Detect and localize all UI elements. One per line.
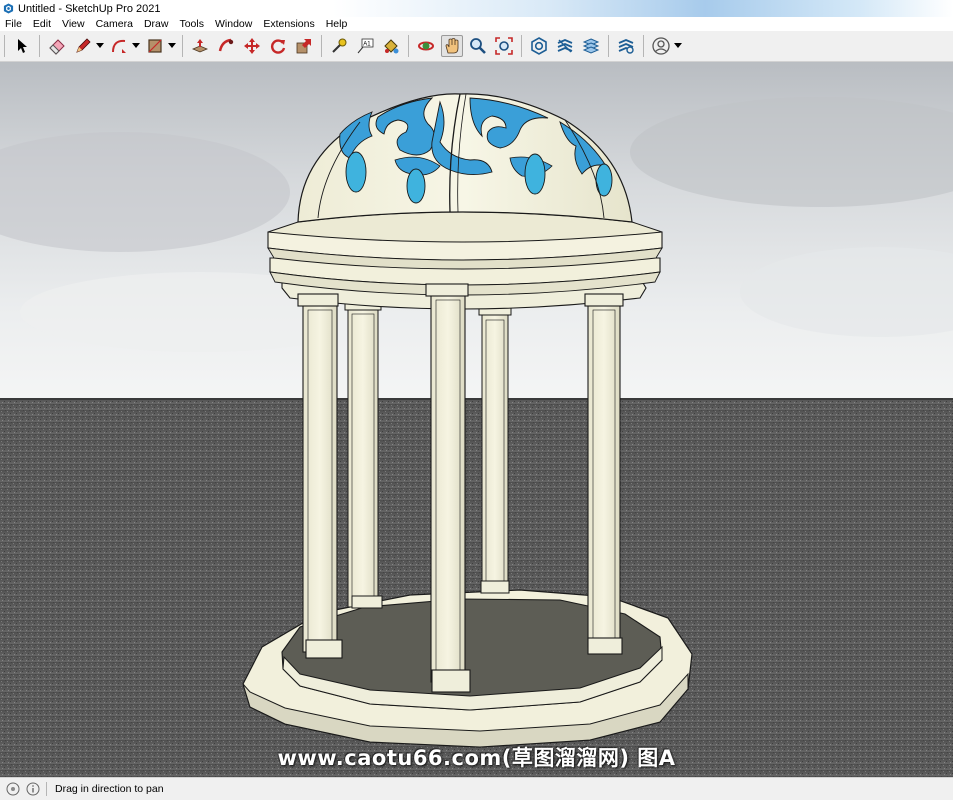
title-bar-backdrop	[333, 0, 953, 17]
orbit-icon	[418, 41, 434, 51]
toolbar-separator	[608, 35, 609, 57]
toolbar-grip	[4, 35, 5, 57]
extension-warehouse-icon	[557, 39, 573, 53]
dome-window	[595, 163, 613, 197]
menu-window[interactable]: Window	[215, 18, 252, 30]
chevron-down-icon	[96, 43, 104, 48]
shapes-button[interactable]	[144, 35, 166, 57]
menu-draw[interactable]: Draw	[144, 18, 169, 30]
orbit-button[interactable]	[415, 35, 437, 57]
menu-file[interactable]: File	[5, 18, 22, 30]
tape-measure-icon	[332, 38, 347, 53]
status-message: Drag in direction to pan	[55, 783, 164, 795]
toolbar-separator	[321, 35, 322, 57]
zoom-extents-button[interactable]	[493, 35, 515, 57]
geo-location-icon[interactable]	[6, 782, 20, 796]
line-button[interactable]	[72, 35, 94, 57]
extension-warehouse-button[interactable]	[554, 35, 576, 57]
sketchup-app-icon	[3, 3, 14, 14]
move-icon	[244, 38, 260, 54]
window-title: Untitled - SketchUp Pro 2021	[18, 2, 161, 15]
warehouse-icon	[531, 37, 547, 55]
column-front-left	[297, 293, 343, 659]
info-icon[interactable]	[26, 782, 40, 796]
menu-camera[interactable]: Camera	[96, 18, 133, 30]
extension-manager-button[interactable]	[615, 35, 637, 57]
push-pull-icon	[191, 39, 209, 53]
toolbar-separator	[39, 35, 40, 57]
scale-icon	[296, 39, 311, 54]
paint-bucket-icon	[384, 39, 399, 54]
column-back-right	[478, 304, 512, 594]
chevron-down-icon	[168, 43, 176, 48]
model-viewport[interactable]	[0, 62, 953, 777]
zoom-icon	[470, 38, 486, 54]
dome-window	[406, 168, 426, 204]
account-icon	[652, 37, 670, 55]
toolbar-separator	[643, 35, 644, 57]
pan-button[interactable]	[441, 35, 463, 57]
chevron-down-icon	[132, 43, 140, 48]
toolbar-separator	[182, 35, 183, 57]
extension-manager-icon	[618, 39, 634, 54]
text-button[interactable]: A1	[354, 35, 376, 57]
column-front-center	[425, 283, 471, 693]
menu-extensions[interactable]: Extensions	[263, 18, 314, 30]
push-pull-button[interactable]	[189, 35, 211, 57]
paint-bucket-button[interactable]	[380, 35, 402, 57]
column-front-right	[584, 293, 624, 655]
layout-button[interactable]	[580, 35, 602, 57]
menu-bar: File Edit View Camera Draw Tools Window …	[0, 17, 953, 31]
toolbar-separator	[521, 35, 522, 57]
menu-view[interactable]: View	[62, 18, 85, 30]
rectangle-icon	[148, 39, 162, 53]
layout-icon	[582, 38, 600, 54]
menu-help[interactable]: Help	[326, 18, 348, 30]
account-dropdown[interactable]	[674, 35, 682, 57]
menu-tools[interactable]: Tools	[179, 18, 204, 30]
toolbar-separator	[408, 35, 409, 57]
rotate-button[interactable]	[267, 35, 289, 57]
pencil-icon	[76, 38, 91, 53]
tape-measure-button[interactable]	[328, 35, 350, 57]
select-button[interactable]	[11, 35, 33, 57]
arc-dropdown[interactable]	[132, 35, 140, 57]
eraser-icon	[49, 39, 65, 55]
line-dropdown[interactable]	[96, 35, 104, 57]
follow-me-icon	[218, 38, 234, 52]
column-back-left	[344, 299, 383, 609]
text-icon: A1	[357, 38, 374, 54]
eraser-button[interactable]	[46, 35, 68, 57]
menu-edit[interactable]: Edit	[33, 18, 51, 30]
status-bar: Drag in direction to pan	[0, 777, 953, 800]
pan-icon	[445, 38, 459, 54]
rotate-icon	[271, 39, 286, 54]
arc-icon	[112, 39, 126, 53]
move-button[interactable]	[241, 35, 263, 57]
account-button[interactable]	[650, 35, 672, 57]
main-toolbar: A1	[0, 31, 953, 62]
arc-button[interactable]	[108, 35, 130, 57]
zoom-extents-icon	[495, 37, 513, 55]
dome-window	[345, 151, 367, 193]
scene-render[interactable]	[0, 62, 953, 777]
zoom-button[interactable]	[467, 35, 489, 57]
title-bar: Untitled - SketchUp Pro 2021	[0, 0, 953, 17]
chevron-down-icon	[674, 43, 682, 48]
follow-me-button[interactable]	[215, 35, 237, 57]
scale-button[interactable]	[293, 35, 315, 57]
select-icon	[18, 39, 27, 53]
shapes-dropdown[interactable]	[168, 35, 176, 57]
dome-window	[524, 153, 546, 195]
warehouse-button[interactable]	[528, 35, 550, 57]
svg-text:A1: A1	[363, 42, 371, 48]
status-separator	[46, 782, 47, 796]
